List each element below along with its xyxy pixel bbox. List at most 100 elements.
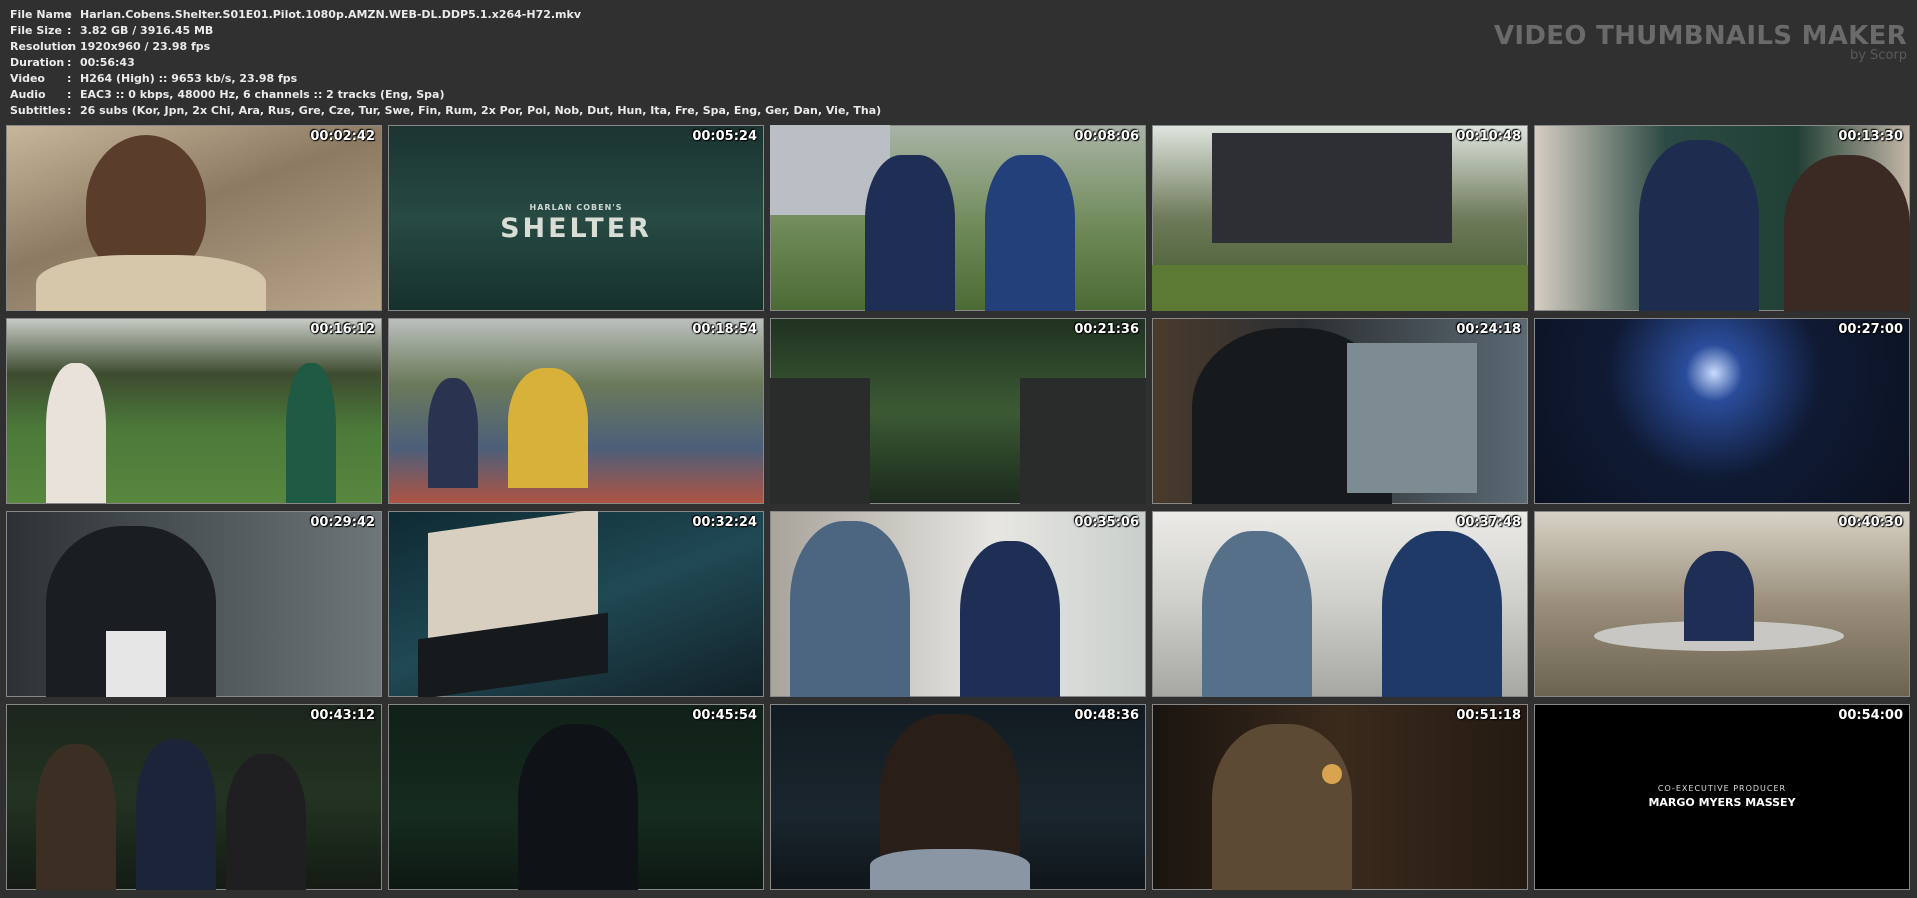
figure-silhouette: [1382, 531, 1502, 697]
figure-silhouette: [86, 135, 206, 275]
timestamp: 00:43:12: [310, 708, 375, 723]
figure-silhouette: [286, 363, 336, 503]
title-card-big: SHELTER: [500, 213, 652, 244]
info-separator: :: [67, 24, 72, 37]
timestamp: 00:40:30: [1838, 515, 1903, 530]
info-value: 26 subs (Kor, Jpn, 2x Chi, Ara, Rus, Gre…: [80, 104, 882, 117]
info-separator: :: [67, 40, 72, 53]
thumbnail-frame[interactable]: 00:18:54: [388, 318, 764, 504]
thumbnail-frame[interactable]: 00:21:36: [770, 318, 1146, 504]
figure-silhouette: [1784, 155, 1910, 311]
figure-silhouette: [985, 155, 1075, 311]
thumbnail-frame[interactable]: CO-EXECUTIVE PRODUCER MARGO MYERS MASSEY…: [1534, 704, 1910, 890]
thumbnail-frame[interactable]: 00:51:18: [1152, 704, 1528, 890]
timestamp: 00:21:36: [1074, 322, 1139, 337]
info-separator: :: [67, 56, 72, 69]
timestamp: 00:24:18: [1456, 322, 1521, 337]
thumbnail-frame[interactable]: 00:43:12: [6, 704, 382, 890]
timestamp: 00:10:48: [1456, 129, 1521, 144]
info-key: Duration: [10, 56, 65, 69]
timestamp: 00:16:12: [310, 322, 375, 337]
info-row-audio: Audio: EAC3 :: 0 kbps, 48000 Hz, 6 channe…: [10, 87, 881, 103]
figure-silhouette: [1202, 531, 1312, 697]
timestamp: 00:35:06: [1074, 515, 1139, 530]
info-value: EAC3 :: 0 kbps, 48000 Hz, 6 channels :: …: [80, 88, 445, 101]
thumbnail-frame[interactable]: 00:35:06: [770, 511, 1146, 697]
figure-silhouette: [518, 724, 638, 890]
info-value: 00:56:43: [80, 56, 135, 69]
info-row-file-name: File Name: Harlan.Cobens.Shelter.S01E01.P…: [10, 7, 881, 23]
thumbnail-frame[interactable]: 00:48:36: [770, 704, 1146, 890]
credit-name: MARGO MYERS MASSEY: [1648, 796, 1796, 809]
lamp-shape: [1322, 764, 1342, 784]
title-card-small: HARLAN COBEN'S: [529, 203, 623, 212]
info-row-resolution: Resolution:1920x960 / 23.98 fps: [10, 39, 881, 55]
thumbnail-frame[interactable]: 00:13:30: [1534, 125, 1910, 311]
figure-silhouette: [1639, 140, 1759, 311]
timestamp: 00:29:42: [310, 515, 375, 530]
timestamp: 00:32:24: [692, 515, 757, 530]
brand-subtitle: by Scorp: [1849, 48, 1907, 63]
timestamp: 00:51:18: [1456, 708, 1521, 723]
info-key: Subtitles: [10, 104, 66, 117]
thumbnail-frame[interactable]: 00:29:42: [6, 511, 382, 697]
mirror-shape: [1347, 343, 1477, 493]
timestamp: 00:54:00: [1838, 708, 1903, 723]
lawn-shape: [1152, 265, 1528, 311]
timestamp: 00:18:54: [692, 322, 757, 337]
info-key: Resolution: [10, 40, 77, 53]
timestamp: 00:37:48: [1456, 515, 1521, 530]
thumbnail-frame[interactable]: 00:27:00: [1534, 318, 1910, 504]
timestamp: 00:02:42: [310, 129, 375, 144]
figure-silhouette: [136, 739, 216, 890]
thumbnail-frame[interactable]: 00:08:06: [770, 125, 1146, 311]
house-shape: [1212, 133, 1452, 243]
figure-silhouette: [226, 754, 306, 890]
figure-silhouette: [508, 368, 588, 488]
brand-title: VIDEO THUMBNAILS MAKER: [1493, 21, 1907, 51]
thumbnail-frame[interactable]: 00:24:18: [1152, 318, 1528, 504]
thumbnail-frame[interactable]: HARLAN COBEN'S SHELTER 00:05:24: [388, 125, 764, 311]
info-row-subtitles: Subtitles:26 subs (Kor, Jpn, 2x Chi, Ara…: [10, 103, 881, 119]
thumbnail-frame[interactable]: 00:32:24: [388, 511, 764, 697]
figure-silhouette: [428, 378, 478, 488]
info-value: H264 (High) :: 9653 kb/s, 23.98 fps: [80, 72, 298, 85]
timestamp: 00:13:30: [1838, 129, 1903, 144]
figure-silhouette: [36, 744, 116, 890]
info-separator: :: [67, 104, 72, 117]
figure-silhouette: [790, 521, 910, 697]
figure-silhouette: [46, 363, 106, 503]
timestamp: 00:05:24: [692, 129, 757, 144]
thumbnail-frame[interactable]: 00:16:12: [6, 318, 382, 504]
gate-shape: [1020, 378, 1146, 504]
hood-shape: [870, 849, 1030, 890]
timestamp: 00:27:00: [1838, 322, 1903, 337]
timestamp: 00:08:06: [1074, 129, 1139, 144]
timestamp: 00:45:54: [692, 708, 757, 723]
info-separator: :: [67, 8, 72, 21]
info-row-video: Video: H264 (High) :: 9653 kb/s, 23.98 fp…: [10, 71, 881, 87]
thumbnail-frame[interactable]: 00:45:54: [388, 704, 764, 890]
figure-silhouette: [865, 155, 955, 311]
thumbnail-grid: 00:02:42 HARLAN COBEN'S SHELTER 00:05:24…: [6, 125, 1910, 890]
info-separator: :: [67, 88, 72, 101]
info-value: 3.82 GB / 3916.45 MB: [80, 24, 214, 37]
figure-silhouette: [960, 541, 1060, 697]
figure-silhouette: [1212, 724, 1352, 890]
gate-shape: [770, 378, 870, 504]
shirt-shape: [106, 631, 166, 697]
info-value: 1920x960 / 23.98 fps: [80, 40, 211, 53]
info-key: File Name: [10, 8, 72, 21]
figure-silhouette: [36, 255, 266, 311]
thumbnail-frame[interactable]: 00:02:42: [6, 125, 382, 311]
credit-role: CO-EXECUTIVE PRODUCER: [1657, 784, 1787, 793]
timestamp: 00:48:36: [1074, 708, 1139, 723]
info-key: File Size: [10, 24, 62, 37]
thumbnail-frame[interactable]: 00:10:48: [1152, 125, 1528, 311]
thumbnail-frame[interactable]: 00:40:30: [1534, 511, 1910, 697]
media-info-panel: File Name: Harlan.Cobens.Shelter.S01E01.P…: [10, 7, 881, 119]
thumbnail-frame[interactable]: 00:37:48: [1152, 511, 1528, 697]
brand-watermark: VIDEO THUMBNAILS MAKER by Scorp: [1494, 22, 1907, 62]
info-key: Audio: [10, 88, 46, 101]
info-value: Harlan.Cobens.Shelter.S01E01.Pilot.1080p…: [80, 8, 581, 21]
